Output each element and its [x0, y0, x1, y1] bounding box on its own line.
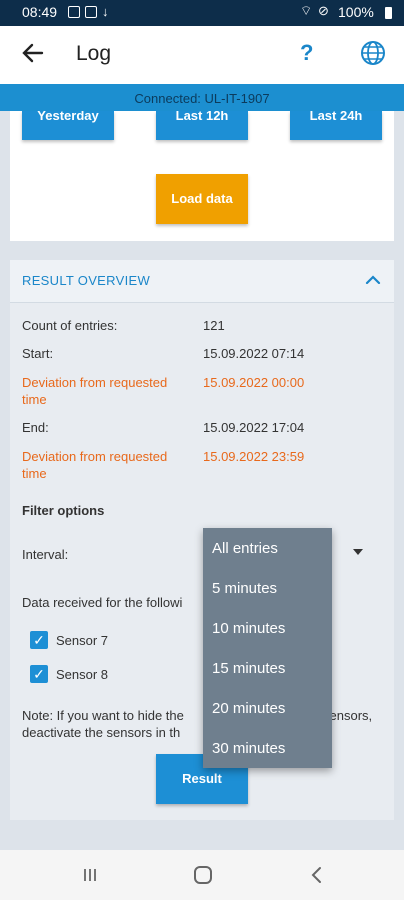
deviation-end-label-cont: time	[22, 466, 47, 481]
home-icon[interactable]	[194, 866, 212, 884]
interval-option[interactable]: 30 minutes	[212, 740, 285, 757]
end-value: 15.09.2022 17:04	[203, 420, 305, 435]
back-arrow-icon[interactable]	[20, 40, 46, 66]
interval-option[interactable]: 5 minutes	[212, 580, 277, 597]
interval-option[interactable]: 15 minutes	[212, 660, 285, 677]
status-time: 08:49	[22, 4, 58, 20]
interval-option[interactable]: 20 minutes	[212, 700, 285, 717]
interval-option[interactable]: All entries	[212, 540, 278, 557]
sensor-8-checkbox[interactable]: ✓	[30, 665, 48, 683]
nav-back-icon[interactable]	[310, 866, 324, 884]
battery-text: 100%	[338, 4, 374, 20]
result-overview-title: RESULT OVERVIEW	[22, 273, 151, 288]
count-value: 121	[203, 318, 225, 333]
sensor-7-checkbox[interactable]: ✓	[30, 631, 48, 649]
load-data-button[interactable]: Load data	[156, 174, 248, 224]
deviation-start-value: 15.09.2022 00:00	[203, 375, 305, 390]
dnd-icon: ⊘	[318, 3, 329, 18]
help-icon[interactable]: ?	[300, 40, 313, 66]
note-text-line2: deactivate the sensors in th	[22, 725, 181, 740]
interval-dropdown-menu: All entries 5 minutes 10 minutes 15 minu…	[203, 528, 332, 768]
interval-option[interactable]: 10 minutes	[212, 620, 285, 637]
deviation-start-label-cont: time	[22, 392, 47, 407]
connection-banner: Connected: UL-IT-1907	[0, 84, 404, 111]
sensor-8-label: Sensor 8	[56, 667, 109, 682]
interval-dropdown-arrow-icon[interactable]	[353, 549, 363, 555]
page-title: Log	[76, 42, 112, 65]
last-12h-button[interactable]: Last 12h	[156, 109, 248, 140]
image-notification-icon	[68, 6, 80, 18]
note-text-line1: Note: If you want to hide the	[22, 708, 184, 723]
end-label: End:	[22, 420, 49, 435]
interval-label: Interval:	[22, 547, 69, 562]
chevron-up-icon[interactable]	[365, 274, 381, 284]
start-value: 15.09.2022 07:14	[203, 346, 305, 361]
deviation-end-label: Deviation from requested	[22, 449, 168, 464]
start-label: Start:	[22, 346, 54, 361]
app-bar: Log ?	[0, 26, 404, 84]
count-label: Count of entries:	[22, 318, 118, 333]
yesterday-button[interactable]: Yesterday	[22, 109, 114, 140]
deviation-start-label: Deviation from requested	[22, 375, 168, 390]
deviation-end-value: 15.09.2022 23:59	[203, 449, 305, 464]
recent-apps-icon[interactable]	[82, 867, 98, 883]
wifi-icon: ⌔	[300, 3, 313, 18]
download-icon: ↓	[102, 4, 109, 19]
battery-icon	[385, 7, 392, 19]
sensor-7-label: Sensor 7	[56, 633, 109, 648]
globe-icon[interactable]	[359, 39, 387, 67]
filter-options-title: Filter options	[22, 503, 105, 518]
app-notification-icon	[85, 6, 97, 18]
status-bar: 08:49 ↓ ⌔ ⊘ 100%	[0, 0, 404, 26]
last-24h-button[interactable]: Last 24h	[290, 109, 382, 140]
data-received-text: Data received for the followi	[22, 595, 183, 610]
